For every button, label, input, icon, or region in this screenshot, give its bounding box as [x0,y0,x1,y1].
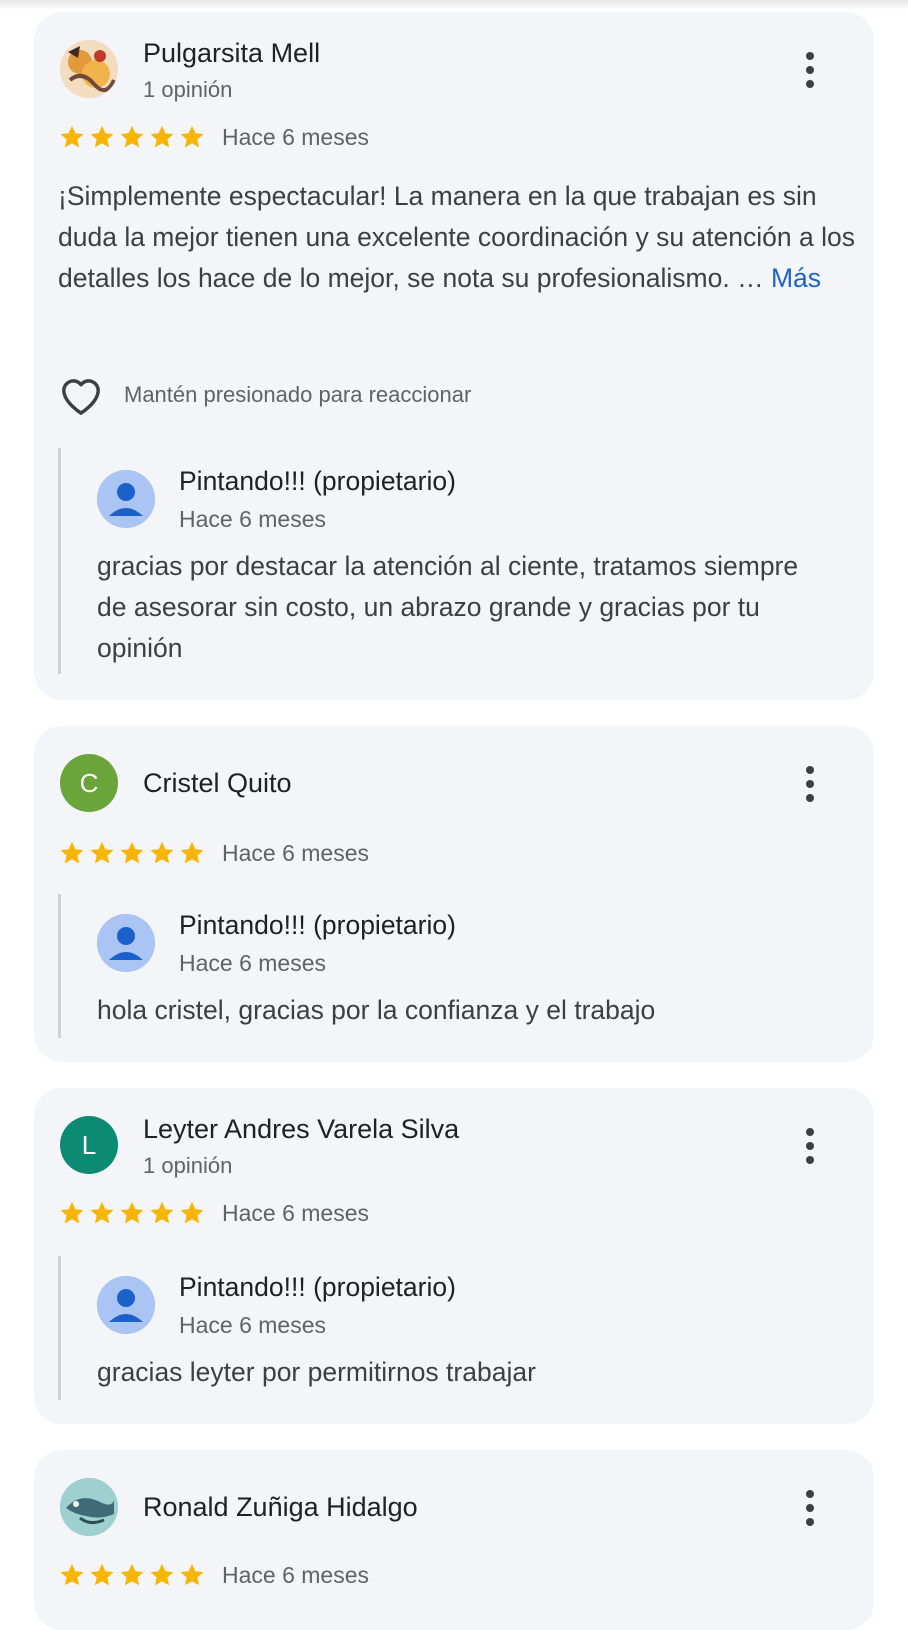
owner-reply: Pintando!!! (propietario) Hace 6 meses h… [58,894,848,1038]
star-icon [180,1563,204,1586]
owner-avatar [97,1276,155,1334]
more-vert-icon-dot [806,52,814,60]
star-icon [150,125,174,148]
review-date: Hace 6 meses [222,123,370,150]
reviewer-avatar[interactable] [60,40,118,98]
read-more-link[interactable]: Más [771,263,821,293]
rating-row: Hace 6 meses [58,1560,369,1590]
rating-row: Hace 6 meses [58,1198,369,1228]
star-rating [58,1561,206,1589]
reaction-hint: Mantén presionado para reaccionar [124,382,472,407]
avatar-letter: L [81,1129,97,1160]
review-card: Ronald Zuñiga Hidalgo Hace 6 meses [34,1450,874,1630]
owner-reply-date: Hace 6 meses [179,950,327,976]
more-vert-icon-dot [806,1156,814,1164]
review-date: Hace 6 meses [222,839,370,866]
owner-reply: Pintando!!! (propietario) Hace 6 meses g… [58,1256,848,1400]
review-card: Pulgarsita Mell 1 opinión Hace 6 meses ¡… [34,12,874,700]
star-icon [150,1563,174,1586]
more-options-button[interactable] [796,48,824,92]
star-icon [60,1563,84,1586]
star-icon [150,841,174,864]
more-vert-icon-dot [806,1142,814,1150]
star-icon [180,841,204,864]
more-options-button[interactable] [796,1124,824,1168]
owner-reply-text: gracias por destacar la atención al cien… [97,551,799,663]
reaction-row[interactable]: Mantén presionado para reaccionar [58,374,471,416]
reviewer-name[interactable]: Leyter Andres Varela Silva [143,1114,459,1145]
star-rating [58,123,206,151]
star-icon [180,125,204,148]
more-vert-icon-dot [806,80,814,88]
more-options-button[interactable] [796,762,824,806]
more-vert-icon-dot [806,66,814,74]
owner-name: Pintando!!! (propietario) [179,910,456,940]
owner-avatar [97,914,155,972]
star-icon [60,1201,84,1224]
review-date: Hace 6 meses [222,1561,370,1588]
star-icon [60,125,84,148]
review-date: Hace 6 meses [222,1199,370,1226]
review-card: C Cristel Quito Hace 6 meses Pintando!!!… [34,726,874,1062]
star-icon [90,1201,114,1224]
more-vert-icon-dot [806,1518,814,1526]
more-vert-icon-dot [806,794,814,802]
owner-reply-date: Hace 6 meses [179,1312,327,1338]
owner-name: Pintando!!! (propietario) [179,466,456,496]
review-card: L Leyter Andres Varela Silva 1 opinión H… [34,1088,874,1424]
person-icon [97,470,155,528]
owner-reply-text: gracias leyter por permitirnos trabajar [97,1357,536,1387]
reviewer-name[interactable]: Pulgarsita Mell [143,38,320,69]
rating-row: Hace 6 meses [58,838,369,868]
star-icon [90,125,114,148]
star-icon [180,1201,204,1224]
reviewer-review-count: 1 opinión [143,1153,233,1178]
reviewer-avatar[interactable] [60,1478,118,1536]
review-text-content: ¡Simplemente espectacular! La manera en … [58,181,855,293]
owner-reply-text: hola cristel, gracias por la confianza y… [97,995,656,1025]
reviewer-avatar[interactable]: C [60,754,118,812]
person-icon [97,914,155,972]
owner-avatar [97,470,155,528]
star-icon [120,125,144,148]
reviewer-avatar[interactable]: L [60,1116,118,1174]
more-vert-icon-dot [806,1128,814,1136]
more-vert-icon-dot [806,1490,814,1498]
reviewer-review-count: 1 opinión [143,77,233,102]
star-rating [58,1199,206,1227]
owner-reply-date: Hace 6 meses [179,506,327,532]
more-vert-icon-dot [806,766,814,774]
more-options-button[interactable] [796,1486,824,1530]
avatar-letter: C [79,767,99,798]
star-icon [60,841,84,864]
star-rating [58,839,206,867]
owner-name: Pintando!!! (propietario) [179,1272,456,1302]
reviewer-name[interactable]: Ronald Zuñiga Hidalgo [143,1492,418,1523]
top-shadow [0,0,908,10]
star-icon [90,841,114,864]
heart-outline-icon[interactable] [58,374,104,416]
star-icon [120,841,144,864]
reviewer-name[interactable]: Cristel Quito [143,768,292,799]
star-icon [150,1201,174,1224]
more-vert-icon-dot [806,780,814,788]
avatar-photo [60,40,118,98]
owner-reply: Pintando!!! (propietario) Hace 6 meses g… [58,448,848,674]
star-icon [120,1563,144,1586]
rating-row: Hace 6 meses [58,122,369,152]
avatar-photo [60,1478,118,1536]
star-icon [120,1201,144,1224]
more-vert-icon-dot [806,1504,814,1512]
review-text: ¡Simplemente espectacular! La manera en … [58,176,858,299]
star-icon [90,1563,114,1586]
person-icon [97,1276,155,1334]
